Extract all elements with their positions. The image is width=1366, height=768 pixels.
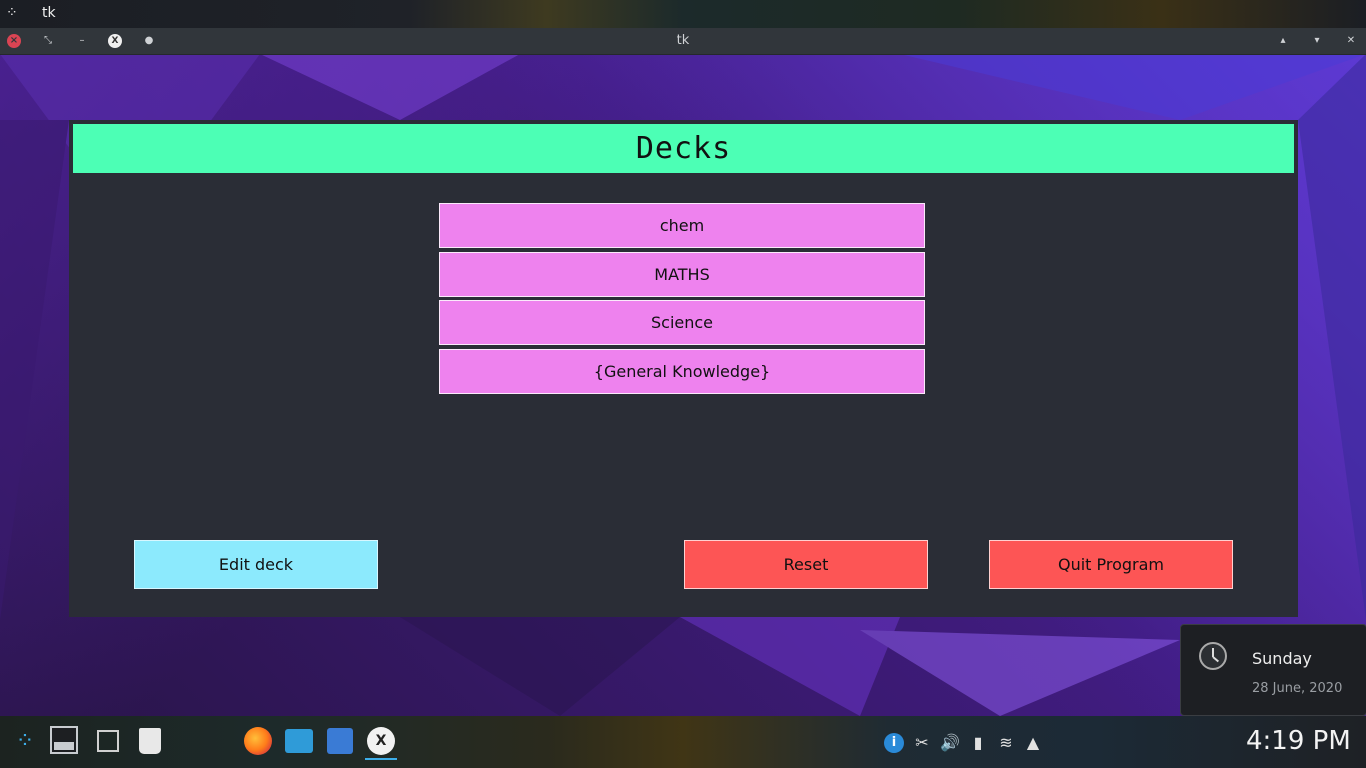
- top-app-panel: ⁘ tk: [0, 0, 1366, 28]
- show-desktop-icon[interactable]: [50, 726, 78, 754]
- taskbar: ⁘ X: [0, 716, 1366, 768]
- notification-date: 28 June, 2020: [1252, 681, 1343, 696]
- quit-program-button[interactable]: Quit Program: [989, 540, 1233, 589]
- x-app-glyph: X: [367, 727, 395, 755]
- vscode-icon[interactable]: [325, 726, 355, 756]
- close-window-icon[interactable]: ✕: [1344, 34, 1358, 48]
- decks-window: Decks chem MATHS Science {General Knowle…: [69, 120, 1298, 617]
- keep-below-icon[interactable]: ▾: [1310, 34, 1324, 48]
- deck-button-chem[interactable]: chem: [439, 203, 925, 248]
- edit-deck-button[interactable]: Edit deck: [134, 540, 378, 589]
- x-app-icon[interactable]: X: [366, 726, 396, 756]
- scissors-icon[interactable]: ✂: [912, 733, 932, 753]
- window-titlebar[interactable]: × ⤡ – X ● tk ▴ ▾ ✕: [0, 28, 1366, 55]
- keep-above-icon[interactable]: ▴: [1276, 34, 1290, 48]
- clock-icon: [1199, 642, 1227, 670]
- page-title: Decks: [635, 131, 732, 166]
- terminal-icon[interactable]: [93, 726, 123, 756]
- deck-button-general-knowledge[interactable]: {General Knowledge}: [439, 349, 925, 394]
- info-icon[interactable]: i: [884, 733, 904, 753]
- battery-icon[interactable]: ▮: [968, 733, 988, 753]
- deck-button-maths[interactable]: MATHS: [439, 252, 925, 297]
- reset-button[interactable]: Reset: [684, 540, 928, 589]
- window-title: tk: [676, 33, 690, 48]
- top-panel-app-title: tk: [42, 5, 56, 21]
- trash-icon[interactable]: [135, 726, 165, 756]
- volume-icon[interactable]: 🔊: [940, 733, 960, 753]
- wifi-icon[interactable]: ≋: [996, 733, 1016, 753]
- firefox-icon[interactable]: [243, 726, 273, 756]
- arrow-up-icon[interactable]: ▲: [1023, 733, 1043, 753]
- file-manager-icon[interactable]: [284, 726, 314, 756]
- active-task-indicator: [365, 758, 397, 760]
- notification-day: Sunday: [1252, 649, 1312, 668]
- taskbar-clock[interactable]: 4:19 PM: [1246, 726, 1351, 756]
- launcher-icon[interactable]: ⁘: [10, 726, 40, 756]
- date-notification-popup[interactable]: Sunday 28 June, 2020: [1180, 624, 1366, 716]
- header-bar: Decks: [73, 124, 1294, 173]
- deck-button-science[interactable]: Science: [439, 300, 925, 345]
- app-menu-icon[interactable]: ⁘: [6, 5, 24, 23]
